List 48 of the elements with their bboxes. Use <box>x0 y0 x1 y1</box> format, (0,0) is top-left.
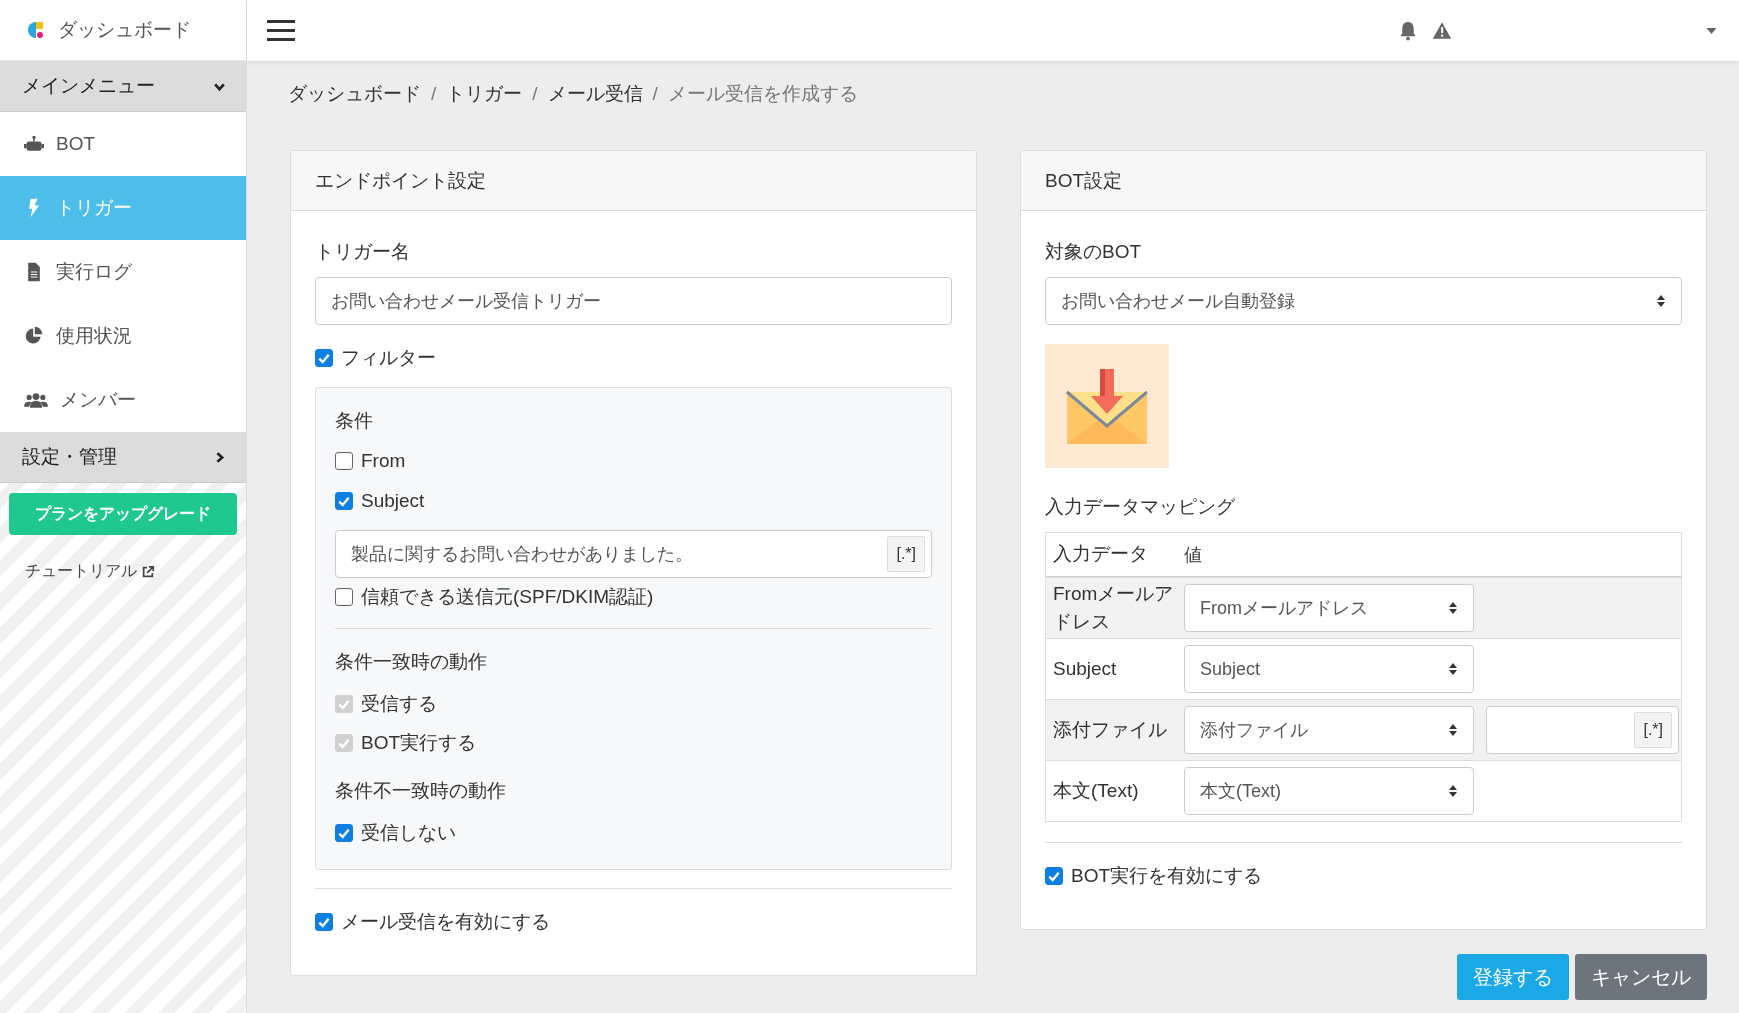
cancel-button[interactable]: キャンセル <box>1575 954 1707 1000</box>
menu-section-header[interactable]: 設定・管理 <box>0 432 246 483</box>
field-label: 対象のBOT <box>1045 240 1143 264</box>
table-cell-text: Fromメールアドレス <box>1052 581 1175 634</box>
mapping-select[interactable]: Subject <box>1184 645 1474 693</box>
tutorial-link[interactable]: チュートリアル <box>25 561 137 582</box>
sidebar-item[interactable]: 実行ログ <box>0 240 246 304</box>
checkbox-label: フィルター <box>341 346 436 370</box>
table-cell-text: 本文(Text) <box>1052 778 1140 803</box>
mapping-select[interactable]: 添付ファイル <box>1184 706 1474 754</box>
checkbox-label: From <box>361 450 406 472</box>
breadcrumb-item[interactable]: ダッシュボード <box>288 81 421 107</box>
sidebar-item[interactable]: BOT <box>0 112 246 176</box>
regex-toggle-button[interactable]: [.*] <box>887 536 925 572</box>
checkbox-label: 受信する <box>361 692 437 716</box>
breadcrumb-item: メール受信を作成する <box>667 82 858 106</box>
column-header: 値 <box>1184 543 1202 567</box>
mapping-select[interactable]: Fromメールアドレス <box>1184 584 1474 632</box>
sidebar-item[interactable]: メンバー <box>0 368 246 432</box>
table-cell-text: Subject <box>1052 656 1118 681</box>
table-cell-text: 添付ファイル <box>1052 717 1168 742</box>
field-label: トリガー名 <box>315 240 411 264</box>
checkbox-label: 信頼できる送信元(SPF/DKIM認証) <box>361 585 654 609</box>
breadcrumb-separator: / <box>431 83 437 105</box>
checkbox-label: BOT実行する <box>361 731 477 755</box>
regex-toggle-button[interactable]: [.*] <box>1634 712 1672 748</box>
breadcrumb-item[interactable]: メール受信 <box>547 81 643 107</box>
section-title: 条件一致時の動作 <box>335 650 488 674</box>
trigger-name-field[interactable]: お問い合わせメール受信トリガー <box>315 277 952 325</box>
breadcrumb-item[interactable]: トリガー <box>446 81 523 107</box>
checkbox-label: メール受信を有効にする <box>341 910 550 934</box>
subject-filter-field[interactable]: 製品に関するお問い合わせがありました。 [.*] <box>335 530 932 578</box>
pattern-field[interactable]: [.*] <box>1486 706 1679 754</box>
section-title: 入力データマッピング <box>1045 495 1236 519</box>
breadcrumb-separator: / <box>532 83 538 105</box>
breadcrumb-separator: / <box>652 83 658 105</box>
mapping-select[interactable]: 本文(Text) <box>1184 767 1474 815</box>
bot-select[interactable]: お問い合わせメール自動登録 <box>1045 277 1682 325</box>
card-title: エンドポイント設定 <box>315 168 486 193</box>
menu-section-header[interactable]: メインメニュー <box>0 61 246 112</box>
card-title: BOT設定 <box>1045 168 1123 193</box>
column-header: 入力データ <box>1052 542 1149 567</box>
checkbox-label: BOT実行を有効にする <box>1071 864 1263 888</box>
checkbox-label: Subject <box>361 490 425 512</box>
checkbox-label: 受信しない <box>361 821 456 845</box>
sidebar-item[interactable]: 使用状況 <box>0 304 246 368</box>
section-title: 条件不一致時の動作 <box>335 779 507 803</box>
section-title: 条件 <box>335 409 374 433</box>
